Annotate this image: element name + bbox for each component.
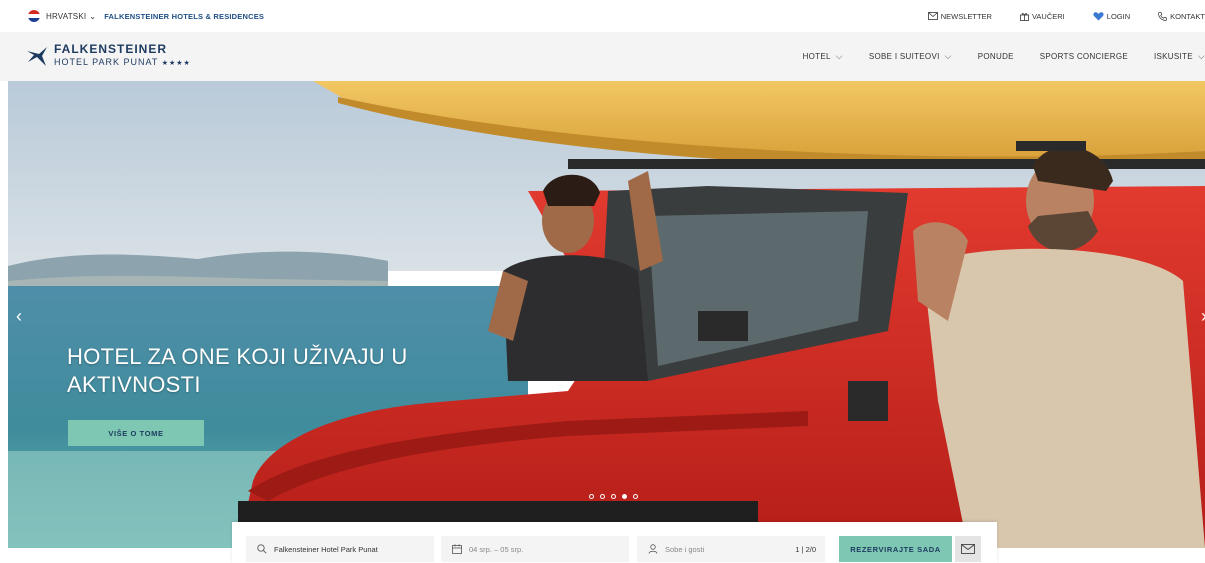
nav-offers-label: PONUDE bbox=[977, 52, 1014, 61]
main-menu: HOTEL ⌵ SOBE I SUITEOVI ⌵ PONUDE SPORTS … bbox=[777, 32, 1205, 81]
calendar-icon bbox=[452, 544, 462, 554]
vouchers-label: VAUČERI bbox=[1031, 11, 1065, 21]
booking-bar: Falkensteiner Hotel Park Punat 04 srp. –… bbox=[232, 522, 997, 563]
slider-dot-3[interactable] bbox=[611, 494, 616, 499]
language-label: HRVATSKI bbox=[46, 11, 87, 21]
login-label: LOGIN bbox=[1106, 11, 1131, 21]
newsletter-label: NEWSLETTER bbox=[940, 11, 992, 21]
nav-hotel[interactable]: HOTEL ⌵ bbox=[803, 51, 843, 62]
logo-property: HOTEL PARK PUNAT ★★★★ bbox=[54, 56, 191, 70]
login-link[interactable]: LOGIN bbox=[1093, 12, 1130, 21]
hero-title: HOTEL ZA ONE KOJI UŽIVAJU U AKTIVNOSTI bbox=[67, 344, 408, 397]
book-now-button[interactable]: REZERVIRAJTE SADA bbox=[839, 536, 952, 562]
slider-dots bbox=[589, 494, 644, 499]
nav-sports-label: SPORTS CONCIERGE bbox=[1039, 52, 1129, 61]
falcon-logo-icon bbox=[27, 47, 47, 66]
phone-icon bbox=[1158, 11, 1167, 21]
slider-prev-icon[interactable]: ‹ bbox=[16, 306, 22, 327]
nav-experience[interactable]: ISKUSITE ⌵ bbox=[1154, 51, 1205, 62]
main-navbar: FALKENSTEINER HOTEL PARK PUNAT ★★★★ HOTE… bbox=[0, 32, 1205, 81]
brand-link[interactable]: FALKENSTEINER HOTELS & RESIDENCES bbox=[104, 12, 264, 21]
utility-links: NEWSLETTER VAUČERI LOGIN KONTAKT bbox=[927, 0, 1205, 32]
nav-experience-label: ISKUSITE bbox=[1154, 52, 1193, 61]
hotel-value: Falkensteiner Hotel Park Punat bbox=[274, 544, 378, 554]
chevron-down-icon: ⌵ bbox=[1197, 51, 1205, 61]
inquiry-button[interactable] bbox=[955, 536, 981, 562]
chevron-down-icon: ⌄ bbox=[89, 11, 97, 21]
hotel-logo[interactable]: FALKENSTEINER HOTEL PARK PUNAT ★★★★ bbox=[26, 43, 191, 70]
nav-hotel-label: HOTEL bbox=[802, 52, 831, 61]
logo-stars: ★★★★ bbox=[161, 60, 191, 67]
rooms-guests-placeholder: Sobe i gosti bbox=[665, 544, 705, 554]
logo-brand: FALKENSTEINER bbox=[54, 42, 168, 56]
rooms-guests-count: 1 | 2/0 bbox=[795, 544, 816, 554]
logo-property-name: HOTEL PARK PUNAT bbox=[54, 57, 159, 67]
chevron-down-icon: ⌵ bbox=[835, 51, 843, 61]
slider-dot-2[interactable] bbox=[600, 494, 605, 499]
date-range-field[interactable]: 04 srp. – 05 srp. bbox=[441, 536, 629, 562]
envelope-icon bbox=[961, 544, 975, 554]
nav-offers[interactable]: PONUDE bbox=[978, 52, 1014, 61]
rooms-guests-field[interactable]: Sobe i gosti 1 | 2/0 bbox=[637, 536, 825, 562]
user-icon bbox=[648, 544, 658, 554]
chevron-down-icon: ⌵ bbox=[944, 51, 952, 61]
hero-image bbox=[8, 81, 1205, 548]
envelope-icon bbox=[927, 12, 938, 20]
language-selector[interactable]: HRVATSKI ⌄ bbox=[28, 10, 96, 22]
contact-label: KONTAKT bbox=[1170, 11, 1205, 21]
search-icon bbox=[257, 544, 267, 554]
heart-icon bbox=[1093, 11, 1104, 20]
nav-rooms[interactable]: SOBE I SUITEOVI ⌵ bbox=[869, 51, 952, 62]
hotel-select[interactable]: Falkensteiner Hotel Park Punat bbox=[246, 536, 434, 562]
more-info-button[interactable]: VIŠE O TOME bbox=[68, 420, 204, 446]
newsletter-link[interactable]: NEWSLETTER bbox=[927, 11, 992, 21]
slider-dot-1[interactable] bbox=[589, 494, 594, 499]
slider-dot-4[interactable] bbox=[622, 494, 627, 499]
nav-sports-concierge[interactable]: SPORTS CONCIERGE bbox=[1040, 52, 1128, 61]
top-utility-bar: HRVATSKI ⌄ FALKENSTEINER HOTELS & RESIDE… bbox=[0, 0, 1205, 32]
date-range-value: 04 srp. – 05 srp. bbox=[469, 544, 524, 554]
contact-link[interactable]: KONTAKT bbox=[1158, 12, 1205, 21]
hero-slider: ‹ › HOTEL ZA ONE KOJI UŽIVAJU U AKTIVNOS… bbox=[8, 81, 1205, 548]
gift-icon bbox=[1020, 12, 1029, 21]
logo-text: FALKENSTEINER HOTEL PARK PUNAT ★★★★ bbox=[54, 43, 191, 70]
nav-rooms-label: SOBE I SUITEOVI bbox=[868, 52, 940, 61]
vouchers-link[interactable]: VAUČERI bbox=[1020, 12, 1065, 21]
croatian-flag-icon bbox=[28, 10, 40, 22]
slider-next-icon[interactable]: › bbox=[1201, 306, 1205, 327]
slider-dot-5[interactable] bbox=[633, 494, 638, 499]
